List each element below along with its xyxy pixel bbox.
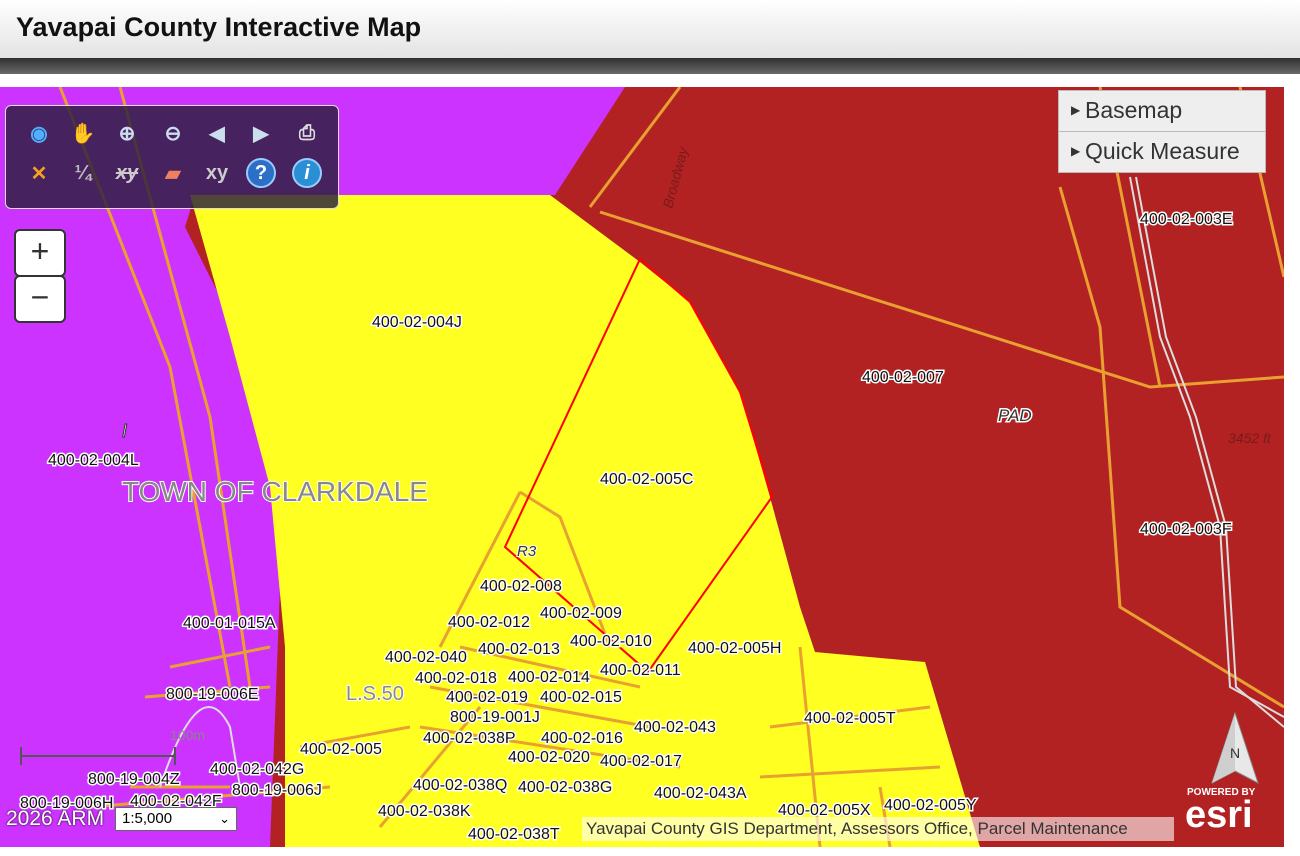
scale-select[interactable]: 1:5,000 ⌄ bbox=[115, 807, 237, 831]
parcel-label[interactable]: 400-02-005 bbox=[299, 740, 384, 760]
parcel-label[interactable]: 400-02-018 bbox=[414, 669, 499, 689]
town-label: TOWN OF CLARKDALE bbox=[122, 476, 428, 507]
parcel-label[interactable]: 400-02-011 bbox=[599, 661, 683, 681]
parcel-label[interactable]: 800-19-006J bbox=[231, 781, 324, 801]
parcel-label[interactable]: 400-02-015 bbox=[539, 688, 624, 708]
zoom-out-button[interactable]: − bbox=[14, 275, 66, 323]
globe-icon[interactable]: ◉ bbox=[24, 118, 54, 148]
map-view[interactable]: 400-02-004J 400-02-004L TOWN OF CLARKDAL… bbox=[0, 87, 1284, 847]
triangle-right-icon: ▶ bbox=[1071, 103, 1081, 117]
parcel-label[interactable]: 400-02-008 bbox=[479, 577, 564, 597]
chevron-down-icon: ⌄ bbox=[219, 811, 230, 826]
basemap-label: Basemap bbox=[1085, 97, 1183, 123]
parcel-label[interactable]: 400-02-038Q bbox=[412, 776, 509, 796]
print-icon[interactable]: ⎙ bbox=[292, 118, 322, 148]
parcel-label[interactable]: 400-02-007 bbox=[861, 368, 946, 388]
map-toolbar: ◉ ✋ ⊕ ⊖ ◀ ▶ ⎙ ✕ ¼ xy ▰ xy ? i bbox=[5, 105, 339, 209]
parcel-label[interactable]: 400-02-003E bbox=[1139, 210, 1235, 230]
scale-bar-label: 100m bbox=[170, 727, 206, 743]
quick-measure-label: Quick Measure bbox=[1085, 138, 1240, 164]
measure-icon[interactable]: ✕ bbox=[24, 158, 54, 188]
previous-extent-icon[interactable]: ◀ bbox=[202, 118, 232, 148]
header-spacer bbox=[0, 74, 1300, 87]
parcel-label[interactable]: 400-02-019 bbox=[445, 688, 530, 708]
next-extent-icon[interactable]: ▶ bbox=[246, 118, 276, 148]
map-frame-right bbox=[1284, 87, 1300, 856]
parcel-label[interactable]: 800-19-006E bbox=[165, 685, 261, 705]
parcel-label[interactable]: 400-02-005C bbox=[599, 470, 695, 490]
parcel-label[interactable]: 400-02-043A bbox=[653, 784, 749, 804]
info-icon[interactable]: i bbox=[292, 158, 322, 188]
parcel-label[interactable]: 400-02-014 bbox=[507, 668, 592, 688]
parcel-label[interactable]: 400-02-040 bbox=[384, 648, 469, 668]
help-icon[interactable]: ? bbox=[246, 158, 276, 188]
quick-measure-menu-item[interactable]: ▶ Quick Measure bbox=[1059, 132, 1265, 172]
parcel-label[interactable]: 400-02-005H bbox=[687, 639, 783, 659]
zoom-out-icon[interactable]: ⊖ bbox=[158, 118, 188, 148]
parcel-label[interactable]: 400-02-020 bbox=[507, 748, 592, 768]
parcel-label[interactable]: 400-02-043 bbox=[633, 718, 718, 738]
north-arrow-icon: N bbox=[1210, 709, 1260, 792]
parcel-label[interactable]: 400-02-005T bbox=[803, 709, 898, 729]
parcel-label[interactable]: 800-19-004Z bbox=[87, 770, 182, 790]
parcel-label[interactable]: 400-02-017 bbox=[599, 752, 684, 772]
scale-select-value: 1:5,000 bbox=[122, 810, 173, 827]
parcel-label[interactable]: 400-02-004J bbox=[371, 313, 464, 333]
header-divider bbox=[0, 58, 1300, 74]
parcel-label[interactable]: 400-02-038K bbox=[377, 802, 473, 822]
parcel-label[interactable]: 400-02-005Y bbox=[883, 796, 979, 816]
app-title: Yavapai County Interactive Map bbox=[16, 12, 422, 42]
xy-strike-icon[interactable]: xy bbox=[112, 158, 142, 188]
zone-label: R3 bbox=[517, 543, 537, 560]
basemap-menu-item[interactable]: ▶ Basemap bbox=[1059, 91, 1265, 132]
north-label: N bbox=[1230, 745, 1241, 761]
scale-bar: 100m bbox=[20, 727, 205, 772]
elevation-label: 3452 ft bbox=[1228, 430, 1272, 446]
map-frame-bottom bbox=[0, 847, 1300, 856]
parcel-label[interactable]: 400-02-003F bbox=[1139, 520, 1234, 540]
map-widgets-menu: ▶ Basemap ▶ Quick Measure bbox=[1058, 90, 1266, 173]
fraction-icon[interactable]: ¼ bbox=[68, 158, 98, 188]
parcel-label[interactable]: 400-02-009 bbox=[539, 604, 624, 624]
parcel-label[interactable]: 800-19-001J bbox=[449, 708, 542, 728]
parcel-label[interactable]: 400-02-012 bbox=[447, 613, 532, 633]
triangle-right-icon: ▶ bbox=[1071, 144, 1081, 158]
app-header: Yavapai County Interactive Map bbox=[0, 0, 1300, 59]
xy-icon[interactable]: xy bbox=[202, 158, 232, 188]
zone-label: PAD bbox=[998, 406, 1032, 425]
zoom-in-icon[interactable]: ⊕ bbox=[112, 118, 142, 148]
parcel-label[interactable]: 400-02-038G bbox=[517, 778, 614, 798]
parcel-label[interactable]: 400-02-016 bbox=[540, 729, 625, 749]
parcel-label[interactable]: 400-02-010 bbox=[569, 632, 654, 652]
zone-label: I bbox=[122, 421, 127, 441]
esri-logo[interactable]: POWERED BY esri bbox=[1185, 787, 1275, 836]
attribution-text: Yavapai County GIS Department, Assessors… bbox=[582, 817, 1174, 841]
zoom-in-button[interactable]: + bbox=[14, 229, 66, 277]
parcel-label[interactable]: 400-01-015A bbox=[182, 614, 278, 634]
survey-label: L.S.50 bbox=[346, 683, 404, 705]
pan-hand-icon[interactable]: ✋ bbox=[68, 118, 98, 148]
parcel-label[interactable]: 400-02-038P bbox=[422, 729, 518, 749]
date-overlay: 2026 ARM bbox=[6, 807, 105, 830]
esri-text: esri bbox=[1185, 794, 1253, 836]
parcel-label[interactable]: 400-02-004L bbox=[47, 451, 141, 471]
parcel-label[interactable]: 400-02-038T bbox=[467, 825, 562, 845]
eraser-icon[interactable]: ▰ bbox=[158, 158, 188, 188]
parcel-label[interactable]: 400-02-042G bbox=[209, 760, 306, 780]
parcel-label[interactable]: 400-02-013 bbox=[477, 640, 562, 660]
